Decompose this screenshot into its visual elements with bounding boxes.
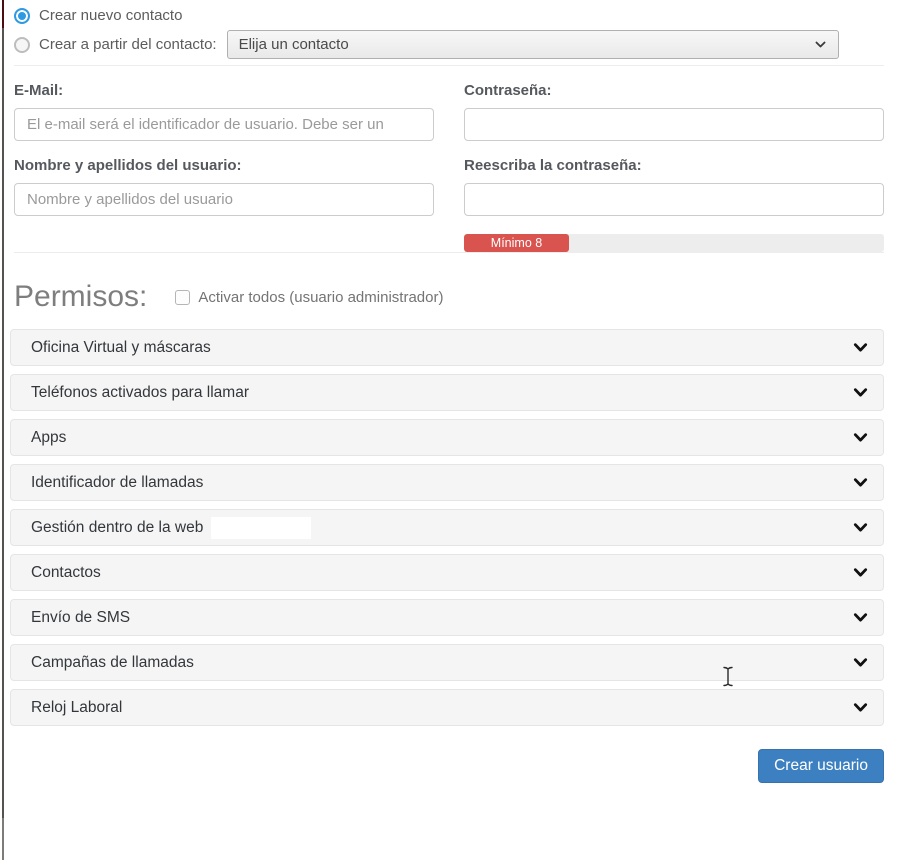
repeat-password-field-group: Reescriba la contraseña: Mínimo 8 (464, 141, 884, 252)
panel-label: Envío de SMS (31, 609, 130, 627)
accordion-panel-identificador[interactable]: Identificador de llamadas (10, 464, 884, 501)
panel-label: Contactos (31, 564, 101, 582)
chevron-down-icon (814, 38, 827, 51)
chevron-down-icon (853, 385, 868, 400)
panel-label: Identificador de llamadas (31, 474, 203, 492)
password-strength-track: Mínimo 8 (464, 234, 884, 252)
panel-label: Apps (31, 429, 66, 447)
accordion-panel-oficina-virtual[interactable]: Oficina Virtual y máscaras (10, 329, 884, 366)
email-label: E-Mail: (14, 82, 434, 99)
accordion-panel-contactos[interactable]: Contactos (10, 554, 884, 591)
chevron-down-icon (853, 520, 868, 535)
permissions-accordion: Oficina Virtual y máscaras Teléfonos act… (10, 329, 884, 726)
password-label: Contraseña: (464, 82, 884, 99)
window-edge-sliver-bottom (2, 818, 4, 860)
panel-label: Campañas de llamadas (31, 654, 194, 672)
credentials-grid: E-Mail: Contraseña: Nombre y apellidos d… (14, 66, 884, 252)
repeat-password-label: Reescriba la contraseña: (464, 157, 884, 174)
accordion-panel-apps[interactable]: Apps (10, 419, 884, 456)
radio-from-contact[interactable] (14, 37, 30, 53)
password-input[interactable] (464, 108, 884, 141)
name-field-group: Nombre y apellidos del usuario: (14, 141, 434, 252)
panel-label: Reloj Laboral (31, 699, 122, 717)
permissions-heading: Permisos: (14, 280, 147, 314)
accordion-panel-envio-sms[interactable]: Envío de SMS (10, 599, 884, 636)
permissions-header: Permisos: Activar todos (usuario adminis… (14, 280, 884, 314)
radio-new-contact-label: Crear nuevo contacto (39, 7, 182, 24)
email-input[interactable] (14, 108, 434, 141)
radio-from-contact-label: Crear a partir del contacto: (39, 36, 217, 53)
form-footer: Crear usuario (14, 749, 884, 783)
password-strength-badge: Mínimo 8 (464, 234, 569, 252)
chevron-down-icon (853, 340, 868, 355)
toggle-all-permissions[interactable]: Activar todos (usuario administrador) (175, 289, 443, 306)
accordion-panel-telefonos[interactable]: Teléfonos activados para llamar (10, 374, 884, 411)
accordion-panel-campanas[interactable]: Campañas de llamadas (10, 644, 884, 681)
radio-new-contact[interactable] (14, 8, 30, 24)
chevron-down-icon (853, 430, 868, 445)
window-edge-sliver-top (2, 0, 4, 28)
panel-label: Teléfonos activados para llamar (31, 384, 249, 402)
contact-select-value: Elija un contacto (239, 36, 349, 53)
repeat-password-input[interactable] (464, 183, 884, 216)
radio-row-new-contact[interactable]: Crear nuevo contacto (14, 7, 884, 24)
name-label: Nombre y apellidos del usuario: (14, 157, 434, 174)
redacted-text-overlay (211, 517, 311, 539)
panel-label: Gestión dentro de la web (31, 517, 311, 539)
accordion-panel-gestion-web[interactable]: Gestión dentro de la web (10, 509, 884, 546)
divider-permissions (14, 252, 884, 253)
email-field-group: E-Mail: (14, 66, 434, 141)
radio-row-from-contact[interactable]: Crear a partir del contacto: Elija un co… (14, 30, 884, 59)
toggle-all-checkbox[interactable] (175, 290, 190, 305)
ibeam-cursor-icon (722, 666, 734, 692)
contact-select[interactable]: Elija un contacto (227, 30, 839, 59)
panel-label: Oficina Virtual y máscaras (31, 339, 211, 357)
window-edge-sliver-middle (2, 28, 4, 818)
password-field-group: Contraseña: (464, 66, 884, 141)
name-input[interactable] (14, 183, 434, 216)
chevron-down-icon (853, 565, 868, 580)
chevron-down-icon (853, 475, 868, 490)
chevron-down-icon (853, 655, 868, 670)
create-user-form: Crear nuevo contacto Crear a partir del … (0, 0, 899, 783)
toggle-all-label: Activar todos (usuario administrador) (198, 289, 443, 306)
chevron-down-icon (853, 610, 868, 625)
chevron-down-icon (853, 700, 868, 715)
create-user-button[interactable]: Crear usuario (758, 749, 884, 783)
accordion-panel-reloj-laboral[interactable]: Reloj Laboral (10, 689, 884, 726)
